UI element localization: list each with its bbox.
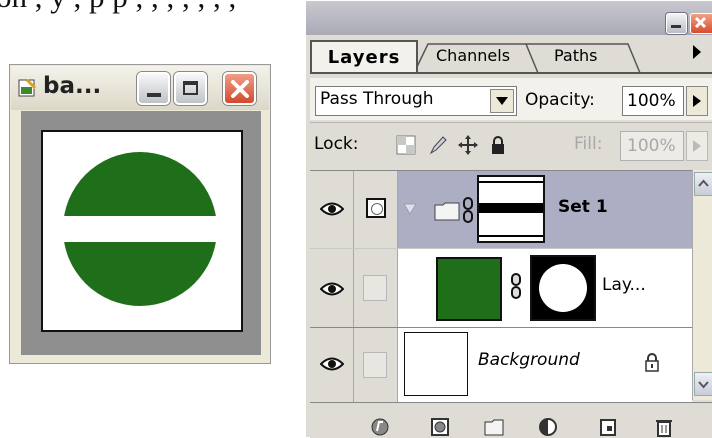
panel-tabs: Layers Channels Paths [310, 40, 710, 74]
lock-transparency-icon[interactable] [396, 135, 416, 155]
lock-label: Lock: [314, 134, 359, 154]
add-mask-icon[interactable] [430, 417, 450, 437]
document-icon [18, 78, 37, 97]
canvas-area [21, 111, 261, 355]
link-toggle [363, 352, 387, 378]
cropped-top-text: on , y , p p , , , , , , , [0, 0, 712, 16]
minimize-icon [671, 25, 681, 28]
shape-top-half [63, 152, 217, 216]
visibility-toggle[interactable] [310, 171, 354, 248]
maximize-icon [183, 81, 198, 95]
panel-menu-icon[interactable] [693, 45, 701, 59]
folder-icon [434, 202, 460, 221]
expand-triangle-icon[interactable] [404, 203, 416, 215]
minimize-button[interactable] [137, 72, 170, 105]
chain-link-icon[interactable] [462, 197, 474, 223]
mask-link-cell[interactable] [354, 328, 398, 402]
layer-thumbnail[interactable] [404, 332, 468, 396]
link-toggle [363, 275, 387, 301]
tab-channels[interactable]: Channels [418, 42, 548, 70]
adjustment-layer-icon[interactable] [538, 417, 558, 437]
opacity-slider-button[interactable] [686, 86, 708, 116]
chevron-down-icon[interactable] [490, 89, 514, 113]
opacity-label: Opacity: [525, 90, 595, 110]
document-title: ba... [43, 73, 102, 99]
layer-mask-thumbnail[interactable] [530, 255, 596, 321]
lock-all-icon[interactable] [488, 135, 508, 155]
new-set-icon[interactable] [484, 417, 504, 437]
eye-icon [320, 202, 344, 216]
canvas-artwork [63, 152, 217, 306]
close-icon [231, 80, 249, 98]
close-button[interactable] [223, 72, 256, 105]
shape-bottom-half [63, 242, 217, 306]
lock-pixels-icon[interactable] [428, 135, 448, 155]
tab-paths[interactable]: Paths [538, 42, 634, 70]
layer-name: Lay... [602, 275, 646, 295]
layer-row-layer-1[interactable]: Lay... [310, 248, 692, 328]
visibility-toggle[interactable] [310, 328, 354, 402]
chain-link-icon[interactable] [510, 273, 522, 299]
minimize-icon [147, 93, 161, 97]
lock-position-icon[interactable] [458, 135, 478, 155]
layer-name: Set 1 [558, 197, 608, 217]
document-canvas[interactable] [41, 130, 243, 332]
panel-minimize-button[interactable] [666, 13, 687, 34]
blend-row: Pass Through Opacity: 100% [310, 78, 712, 120]
maximize-button[interactable] [174, 72, 207, 105]
layers-scrollbar[interactable] [692, 170, 712, 400]
mask-link-cell[interactable] [354, 249, 398, 328]
group-mask-thumbnail[interactable] [477, 175, 545, 243]
fill-slider-button[interactable] [686, 131, 708, 161]
panel-close-button[interactable] [690, 13, 712, 34]
layer-row-background[interactable]: Background [310, 327, 692, 402]
scroll-down-button[interactable] [694, 372, 712, 396]
panel-bottom-bar [310, 402, 712, 438]
layer-name: Background [478, 350, 580, 370]
tab-divider [310, 72, 712, 74]
tab-layers[interactable]: Layers [310, 40, 418, 74]
chevron-up-icon [698, 179, 709, 187]
chevron-down-icon [698, 381, 709, 389]
fill-input[interactable]: 100% [620, 131, 684, 161]
layer-thumbnail[interactable] [436, 257, 502, 321]
document-title-bar[interactable]: ba... [11, 66, 269, 110]
mask-link-cell[interactable] [354, 171, 398, 248]
opacity-input[interactable]: 100% [622, 86, 684, 116]
vector-mask-icon [366, 198, 386, 218]
fill-label: Fill: [574, 134, 603, 154]
new-layer-icon[interactable] [598, 417, 618, 437]
blend-mode-select[interactable]: Pass Through [315, 86, 517, 116]
layers-panel: Layers Channels Paths Pass Through Opaci… [306, 0, 712, 438]
scroll-up-button[interactable] [694, 172, 712, 196]
eye-icon [320, 282, 344, 296]
layer-row-set-1[interactable]: Set 1 [310, 171, 692, 248]
visibility-toggle[interactable] [310, 249, 354, 328]
lock-row: Lock: Fill: 100% [310, 122, 712, 167]
layers-list: Set 1 Lay... Background [310, 170, 692, 402]
trash-icon[interactable] [654, 417, 674, 437]
close-icon [694, 16, 707, 29]
layer-style-icon[interactable] [370, 417, 390, 437]
document-window: ba... [9, 64, 271, 364]
lock-icon [645, 353, 659, 372]
blend-mode-value: Pass Through [320, 89, 434, 109]
eye-icon [320, 357, 344, 371]
